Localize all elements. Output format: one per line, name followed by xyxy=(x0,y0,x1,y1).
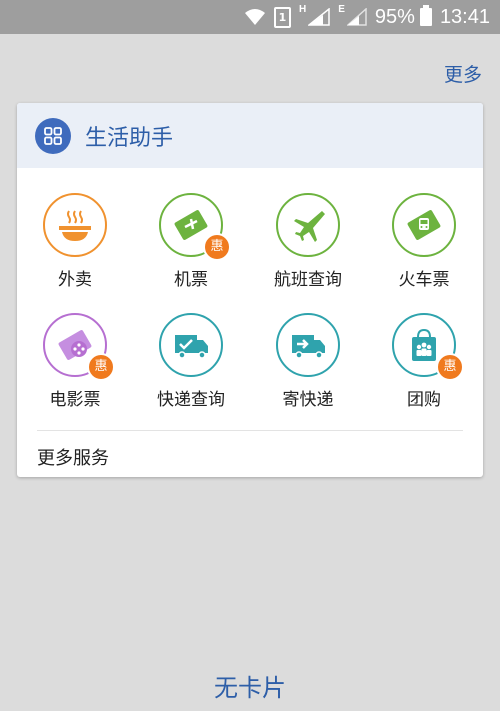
service-label: 寄快递 xyxy=(282,390,334,410)
divider xyxy=(37,430,463,431)
discount-badge: 惠 xyxy=(203,233,231,261)
shopping-bag-icon: 惠 xyxy=(392,313,464,381)
discount-badge: 惠 xyxy=(436,353,464,381)
delivery-truck-send-icon xyxy=(276,313,340,377)
service-label: 航班查询 xyxy=(274,270,342,290)
card-title: 生活助手 xyxy=(85,125,174,151)
train-ticket-icon xyxy=(392,193,456,257)
service-movie-ticket[interactable]: 惠 电影票 xyxy=(17,313,133,410)
battery-icon xyxy=(419,5,432,26)
service-flight-ticket[interactable]: 惠 机票 xyxy=(133,193,249,290)
signal-icon xyxy=(308,8,330,26)
service-grid: 外卖 惠 机票 航班查询 火车票 惠 电影票 快递查询 寄快递 惠 团购 xyxy=(17,168,483,414)
more-services-link[interactable]: 更多服务 xyxy=(37,444,109,470)
service-flight-status[interactable]: 航班查询 xyxy=(250,193,366,290)
signal-icon-2 xyxy=(346,8,367,26)
movie-ticket-icon: 惠 xyxy=(43,313,115,381)
service-track-delivery[interactable]: 快递查询 xyxy=(133,313,249,410)
grid-apps-icon xyxy=(35,117,71,154)
status-icons: 1 H E xyxy=(244,3,367,28)
service-label: 机票 xyxy=(174,270,208,290)
life-assistant-card: 生活助手 外卖 惠 机票 航班查询 火车票 惠 电影票 快递查询 寄快递 惠 团… xyxy=(17,103,483,477)
discount-badge: 惠 xyxy=(87,353,115,381)
service-takeout[interactable]: 外卖 xyxy=(17,193,133,290)
status-bar: 1 H E 95% 13:41 xyxy=(0,0,500,34)
more-link[interactable]: 更多 xyxy=(444,60,482,87)
airplane-icon xyxy=(276,193,340,257)
service-label: 快递查询 xyxy=(157,390,225,410)
service-label: 火车票 xyxy=(398,270,450,290)
service-label: 团购 xyxy=(407,390,441,410)
service-label: 电影票 xyxy=(49,390,101,410)
battery-percent: 95% xyxy=(374,5,415,28)
service-label: 外卖 xyxy=(58,270,92,290)
food-bowl-icon xyxy=(43,193,107,257)
network-type-2: E xyxy=(338,3,345,15)
clock: 13:41 xyxy=(439,5,490,28)
delivery-truck-check-icon xyxy=(159,313,223,377)
service-train-ticket[interactable]: 火车票 xyxy=(366,193,482,290)
no-card-text: 无卡片 xyxy=(214,674,286,702)
flight-ticket-icon: 惠 xyxy=(159,193,231,261)
wifi-icon xyxy=(245,9,265,25)
sim-icon: 1 xyxy=(274,6,291,28)
service-group-buy[interactable]: 惠 团购 xyxy=(366,313,482,410)
network-type-1: H xyxy=(299,3,307,15)
service-send-delivery[interactable]: 寄快递 xyxy=(250,313,366,410)
card-header[interactable]: 生活助手 xyxy=(17,103,483,168)
